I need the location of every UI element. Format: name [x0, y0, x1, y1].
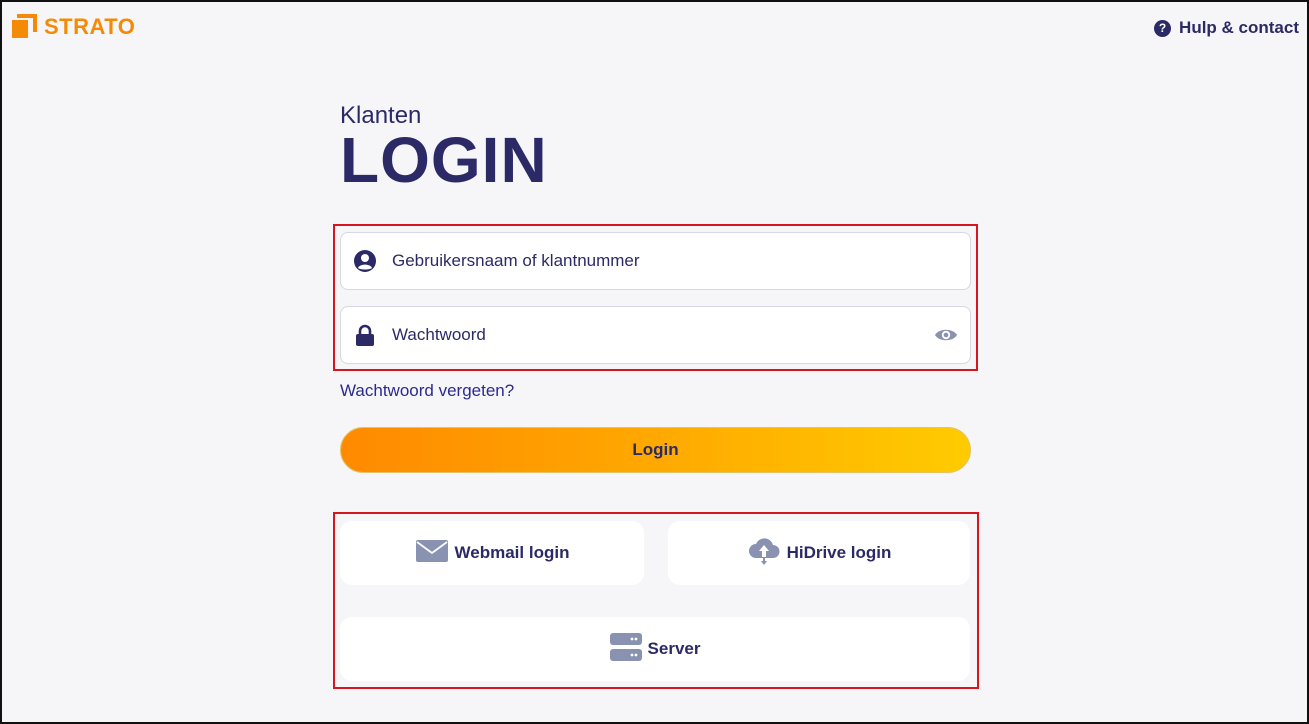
cloud-upload-icon: [747, 536, 781, 571]
forgot-password-link[interactable]: Wachtwoord vergeten?: [340, 381, 514, 401]
hidrive-login-button[interactable]: HiDrive login: [668, 521, 970, 585]
strato-logo-icon: [12, 14, 38, 40]
server-label: Server: [647, 639, 701, 658]
server-icon: [609, 632, 642, 667]
envelope-icon: [415, 539, 449, 568]
webmail-login-button[interactable]: Webmail login: [340, 521, 644, 585]
username-input[interactable]: [390, 232, 970, 290]
lock-icon: [353, 323, 377, 347]
strato-logo[interactable]: STRATO: [12, 14, 135, 40]
help-contact-link[interactable]: ? Hulp & contact: [1154, 18, 1299, 38]
question-icon: ?: [1154, 19, 1172, 37]
server-button[interactable]: Server: [340, 617, 970, 681]
login-button[interactable]: Login: [340, 427, 971, 473]
brand-name: STRATO: [44, 14, 136, 39]
user-icon: [353, 249, 377, 273]
password-field[interactable]: [340, 306, 971, 364]
webmail-login-label: Webmail login: [454, 543, 570, 562]
help-contact-label: Hulp & contact: [1179, 18, 1299, 37]
page-title: LOGIN: [340, 124, 548, 196]
username-field[interactable]: [340, 232, 971, 290]
hidrive-login-label: HiDrive login: [786, 543, 892, 562]
eye-icon[interactable]: [934, 323, 958, 347]
password-input[interactable]: [390, 306, 934, 364]
